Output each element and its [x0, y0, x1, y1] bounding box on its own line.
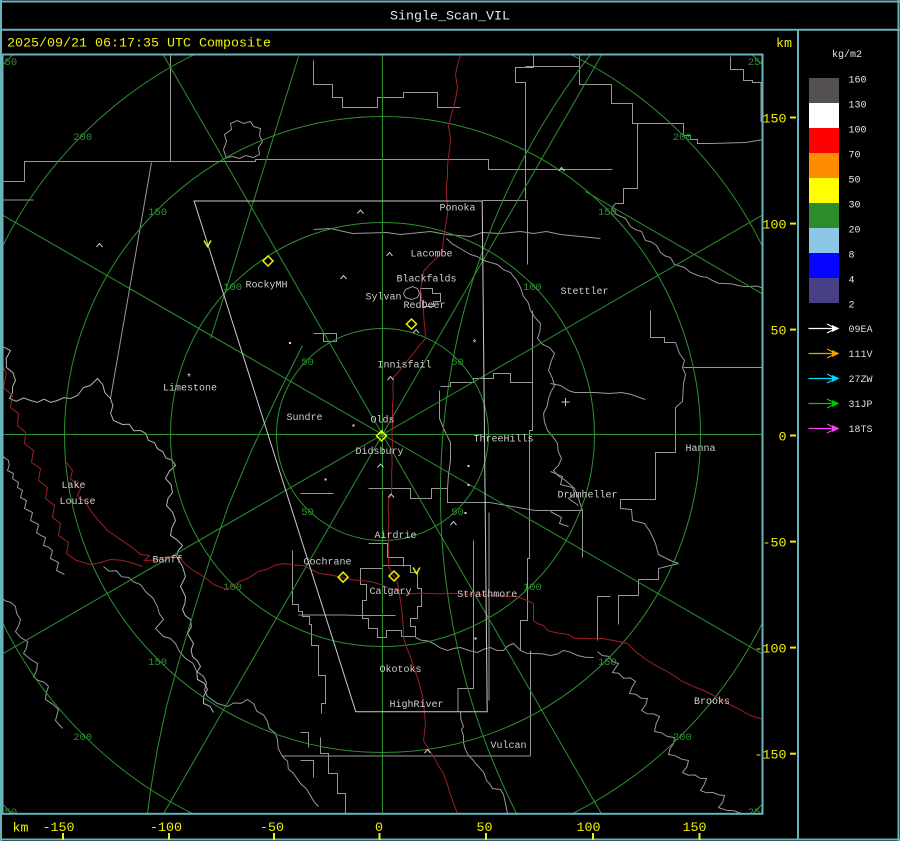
svg-text:2025/09/21 06:17:35 UTC Compos: 2025/09/21 06:17:35 UTC Composite	[7, 37, 271, 52]
svg-text:27ZW: 27ZW	[849, 375, 873, 386]
svg-text:-100: -100	[150, 821, 182, 836]
svg-text:*: *	[471, 339, 477, 351]
svg-text:km: km	[776, 37, 792, 52]
svg-text:Strathmore: Strathmore	[457, 589, 517, 601]
svg-text:Didsbury: Didsbury	[356, 446, 404, 458]
svg-text:100: 100	[223, 582, 242, 594]
svg-text:200: 200	[673, 732, 692, 744]
svg-text:50: 50	[477, 821, 493, 836]
svg-text:09EA: 09EA	[849, 325, 873, 336]
svg-text:Louise: Louise	[60, 496, 96, 508]
svg-text:Cochrane: Cochrane	[304, 557, 352, 569]
svg-text:2: 2	[849, 300, 855, 311]
svg-text:100: 100	[763, 219, 787, 234]
svg-text:RedDeer: RedDeer	[404, 300, 446, 312]
svg-text:Limestone: Limestone	[163, 383, 217, 395]
svg-text:Drumheller: Drumheller	[558, 490, 618, 502]
svg-text:150: 150	[598, 207, 617, 219]
svg-text:150: 150	[148, 207, 167, 219]
svg-text:200: 200	[673, 132, 692, 144]
svg-text:100: 100	[223, 282, 242, 294]
svg-text:150: 150	[598, 657, 617, 669]
svg-text:ThreeHills: ThreeHills	[474, 434, 534, 446]
svg-text:150: 150	[763, 113, 787, 128]
svg-text:70: 70	[849, 150, 861, 161]
svg-text:-50: -50	[260, 821, 284, 836]
svg-text:130: 130	[849, 100, 867, 111]
svg-text:8: 8	[849, 250, 855, 261]
svg-text:18TS: 18TS	[849, 425, 873, 436]
svg-text:100: 100	[577, 821, 601, 836]
svg-text:kg/m2: kg/m2	[832, 49, 862, 61]
svg-text:50: 50	[301, 357, 314, 369]
svg-text:km: km	[13, 822, 29, 837]
svg-text:30: 30	[849, 200, 861, 211]
svg-text:Okotoks: Okotoks	[380, 664, 422, 676]
svg-text:20: 20	[849, 225, 861, 236]
svg-text:200: 200	[73, 132, 92, 144]
svg-text:-100: -100	[755, 643, 787, 658]
svg-text:0: 0	[779, 431, 787, 446]
svg-text:100: 100	[849, 125, 867, 136]
svg-text:Sylvan: Sylvan	[366, 292, 402, 304]
svg-text:50: 50	[301, 507, 314, 519]
svg-text:-150: -150	[755, 749, 787, 764]
svg-text:111V: 111V	[849, 350, 873, 361]
svg-text:Vulcan: Vulcan	[491, 740, 527, 752]
svg-text:Airdrie: Airdrie	[375, 530, 417, 542]
svg-text:31JP: 31JP	[849, 400, 873, 411]
svg-text:HighRiver: HighRiver	[390, 699, 444, 711]
svg-text:Lake: Lake	[62, 480, 86, 492]
svg-text:RockyMH: RockyMH	[246, 280, 288, 292]
svg-text:Calgary: Calgary	[370, 586, 412, 598]
svg-text:Stettler: Stettler	[561, 286, 609, 298]
svg-text:200: 200	[73, 732, 92, 744]
svg-text:50: 50	[451, 357, 464, 369]
svg-text:100: 100	[523, 282, 542, 294]
svg-text:Brooks: Brooks	[694, 696, 730, 708]
svg-text:Sundre: Sundre	[287, 412, 323, 424]
svg-text:Blackfalds: Blackfalds	[397, 274, 457, 286]
svg-text:150: 150	[683, 821, 707, 836]
svg-text:150: 150	[148, 657, 167, 669]
svg-text:Banff: Banff	[153, 555, 183, 567]
svg-text:-50: -50	[763, 537, 787, 552]
svg-text:Olds: Olds	[371, 415, 395, 427]
svg-text:160: 160	[849, 75, 867, 86]
svg-text:50: 50	[451, 507, 464, 519]
svg-text:Innisfail: Innisfail	[378, 360, 432, 372]
svg-text:-150: -150	[43, 821, 75, 836]
svg-text:100: 100	[523, 582, 542, 594]
svg-text:4: 4	[849, 275, 855, 286]
svg-text:50: 50	[849, 175, 861, 186]
svg-text:Ponoka: Ponoka	[440, 203, 476, 215]
svg-text:50: 50	[771, 325, 787, 340]
svg-text:Lacombe: Lacombe	[411, 249, 453, 261]
svg-text:Single_Scan_VIL: Single_Scan_VIL	[390, 10, 510, 25]
svg-text:Hanna: Hanna	[686, 444, 716, 455]
